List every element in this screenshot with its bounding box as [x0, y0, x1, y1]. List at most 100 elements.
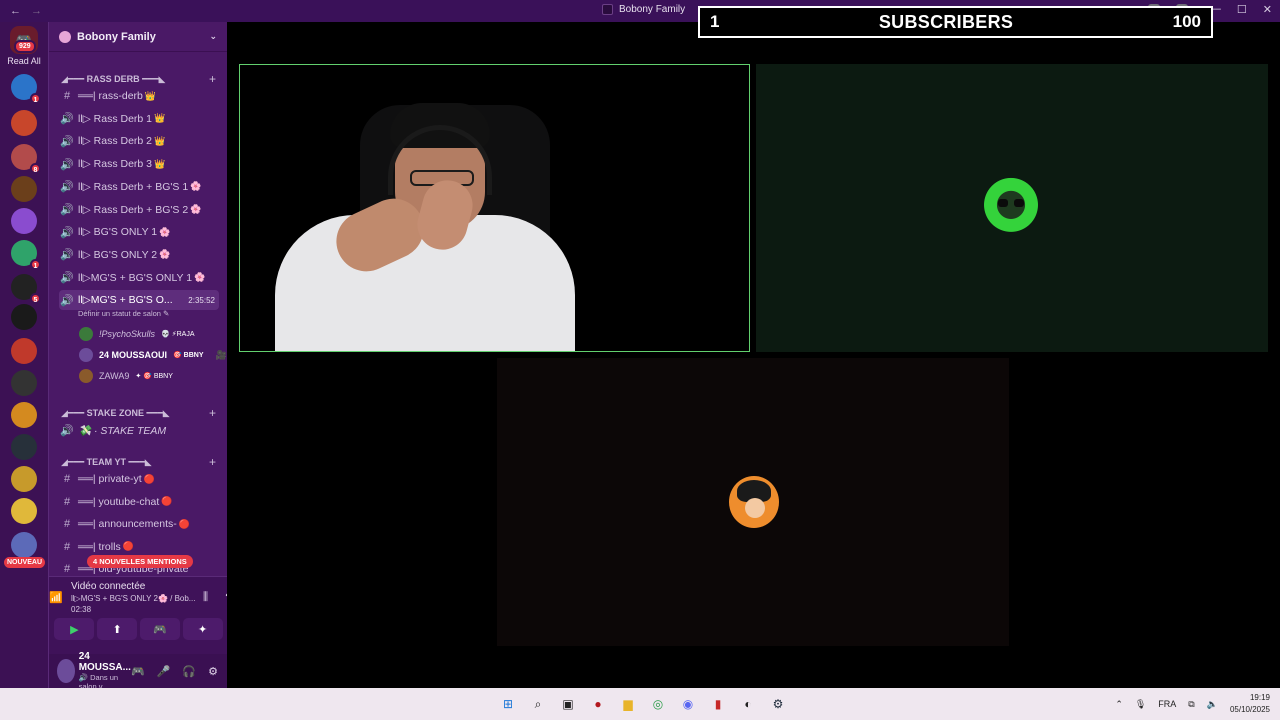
voice-username: !PsychoSkulls	[99, 329, 156, 339]
notification-badge: 929	[14, 40, 36, 53]
noise-suppression-icon[interactable]: ⫼	[203, 591, 208, 604]
channel-item[interactable]: # ══| rass-derb 👑	[59, 86, 219, 106]
screen-share-button[interactable]: ⬆	[97, 618, 138, 640]
server-icon[interactable]	[11, 338, 37, 364]
camera-button[interactable]: ▶	[54, 618, 95, 640]
channel-item[interactable]: # ══| announcements- 🔴	[59, 514, 219, 534]
voice-user[interactable]: ZAWA9 ✦ 🎯 BBNY	[79, 367, 173, 385]
server-icon[interactable]: 8	[11, 144, 41, 174]
channel-item[interactable]: 🔊 ll▷ Rass Derb 3 👑	[59, 154, 219, 174]
server-icon[interactable]	[11, 434, 37, 460]
channel-item[interactable]: # ══| trolls 🔴	[59, 537, 219, 557]
user-controls: 🎮 🎤 🎧 ⚙	[131, 665, 228, 678]
channel-item[interactable]: 🔊 ll▷ Rass Derb + BG'S 2 🌸	[59, 200, 219, 220]
chevron-up-icon[interactable]: ⌃	[1115, 699, 1123, 710]
avatar	[79, 369, 93, 383]
voice-channel-name[interactable]: ll▷MG'S + BG'S ONLY 2🌸 / Bob...	[71, 594, 221, 603]
user-tag: 🎯 BBNY	[173, 352, 204, 359]
maximize-button[interactable]: ☐	[1237, 3, 1247, 16]
server-icon[interactable]	[11, 532, 37, 558]
user-info[interactable]: 24 MOUSSA... 🔊 Dans un salon v...	[79, 651, 131, 691]
forward-arrow-icon[interactable]: →	[31, 5, 42, 17]
server-badge: 8	[30, 163, 41, 174]
avatar-face	[745, 498, 765, 518]
new-mentions-badge[interactable]: 4 NOUVELLES MENTIONS	[87, 555, 193, 568]
server-icon[interactable]: 5	[11, 274, 41, 304]
add-channel-icon[interactable]: +	[209, 455, 216, 469]
category-stake-zone[interactable]: ◢━━━ STAKE ZONE ━━━◣ +	[61, 406, 216, 420]
server-icon[interactable]	[11, 466, 37, 492]
channel-item[interactable]: # ══| youtube-chat 🔴	[59, 492, 219, 512]
windows-start-icon[interactable]: ⊞	[498, 694, 518, 714]
server-icon[interactable]: 1	[11, 240, 41, 270]
soundboard-button[interactable]: ✦	[182, 618, 223, 640]
discord-icon[interactable]: ◉	[678, 694, 698, 714]
channel-status-link[interactable]: Définir un statut de salon ✎	[78, 309, 169, 318]
server-icon[interactable]: 1	[11, 74, 41, 104]
server-icon[interactable]	[11, 304, 37, 330]
video-tile-camera[interactable]	[239, 64, 750, 352]
category-rass-derb[interactable]: ◢━━━ RASS DERB ━━━◣ +	[61, 72, 216, 86]
add-channel-icon[interactable]: +	[209, 406, 216, 420]
skull-eye	[1014, 199, 1024, 207]
channel-type-icon: 🔊	[60, 181, 74, 194]
language-indicator[interactable]: FRA	[1158, 699, 1176, 709]
channel-stake-team[interactable]: 🔊 💸 · STAKE TEAM	[59, 420, 219, 440]
server-icon[interactable]	[11, 110, 37, 136]
headphones-icon[interactable]: 🎧	[182, 665, 196, 678]
chrome-icon[interactable]: ◎	[648, 694, 668, 714]
hash-icon: #	[63, 540, 71, 553]
channel-active-voice[interactable]: 🔊 ll▷MG'S + BG'S O... 2:35:52	[59, 290, 219, 310]
channel-type-icon: 🔊	[60, 113, 74, 126]
speaker-icon: 🔊	[60, 424, 74, 437]
video-tile-goku-avatar[interactable]	[497, 358, 1009, 646]
avatar[interactable]	[57, 659, 75, 683]
voice-user[interactable]: 24 MOUSSAOUI 🎯 BBNY 🎥	[79, 346, 227, 364]
add-channel-icon[interactable]: +	[209, 72, 216, 86]
server-icon[interactable]	[11, 208, 37, 234]
search-icon[interactable]: ⌕	[528, 694, 548, 714]
voice-user[interactable]: !PsychoSkulls 💀 ⚡RAJA	[79, 325, 195, 343]
server-icon[interactable]	[11, 176, 37, 202]
app-letter-icon[interactable]: ▮	[708, 694, 728, 714]
read-all-button[interactable]: Read All	[0, 56, 48, 66]
signal-icon[interactable]: 📶	[49, 591, 63, 604]
channel-item[interactable]: 🔊 ll▷ Rass Derb + BG'S 1 🌸	[59, 177, 219, 197]
volume-icon[interactable]: 🔈	[1207, 699, 1218, 710]
channel-item[interactable]: # ══| private-yt 🔴	[59, 469, 219, 489]
server-badge: 1	[30, 93, 41, 104]
channel-label: ══| trolls	[78, 540, 121, 553]
display-icon[interactable]: ⧉	[1188, 699, 1194, 710]
back-arrow-icon[interactable]: ←	[10, 5, 21, 17]
user-panel: 24 MOUSSA... 🔊 Dans un salon v... 🎮 🎤 🎧 …	[49, 651, 228, 691]
task-view-icon[interactable]: ▣	[558, 694, 578, 714]
game-activity-icon[interactable]: 🎮	[131, 665, 145, 678]
video-tile-skull-avatar[interactable]	[756, 64, 1268, 352]
activity-button[interactable]: 🎮	[139, 618, 180, 640]
channel-item[interactable]: 🔊 ll▷ BG'S ONLY 1 🌸	[59, 222, 219, 242]
microphone-icon[interactable]: 🎤	[157, 665, 171, 678]
obs-icon[interactable]: ◐	[738, 694, 758, 714]
close-button[interactable]: ✕	[1263, 3, 1272, 16]
window-title: Bobony Family	[602, 4, 685, 15]
channel-item[interactable]: 🔊 ll▷ BG'S ONLY 2 🌸	[59, 245, 219, 265]
server-icon[interactable]	[11, 402, 37, 428]
clock[interactable]: 19:19 05/10/2025	[1230, 692, 1270, 716]
microphone-icon[interactable]: 🎙	[1135, 699, 1146, 710]
channel-emoji: 👑	[154, 158, 166, 169]
channel-label: ll▷ Rass Derb 1	[78, 112, 153, 125]
settings-gear-icon[interactable]: ⚙	[208, 665, 218, 678]
server-icon[interactable]	[11, 498, 37, 524]
server-icon[interactable]	[11, 370, 37, 396]
window-title-text: Bobony Family	[619, 4, 686, 15]
server-header[interactable]: Bobony Family ⌄	[49, 22, 227, 52]
file-explorer-icon[interactable]: ▆	[618, 694, 638, 714]
category-team-yt[interactable]: ◢━━━ TEAM YT ━━━◣ +	[61, 455, 216, 469]
channel-item[interactable]: 🔊 ll▷ Rass Derb 2 👑	[59, 131, 219, 151]
app-red-icon[interactable]: ●	[588, 694, 608, 714]
channel-label: ll▷ Rass Derb 2	[78, 135, 153, 148]
steam-icon[interactable]: ⚙	[768, 694, 788, 714]
channel-item[interactable]: 🔊 ll▷MG'S + BG'S ONLY 1 🌸	[59, 268, 219, 288]
channel-item[interactable]: 🔊 ll▷ Rass Derb 1 👑	[59, 109, 219, 129]
channel-emoji: 🌸	[194, 272, 206, 283]
